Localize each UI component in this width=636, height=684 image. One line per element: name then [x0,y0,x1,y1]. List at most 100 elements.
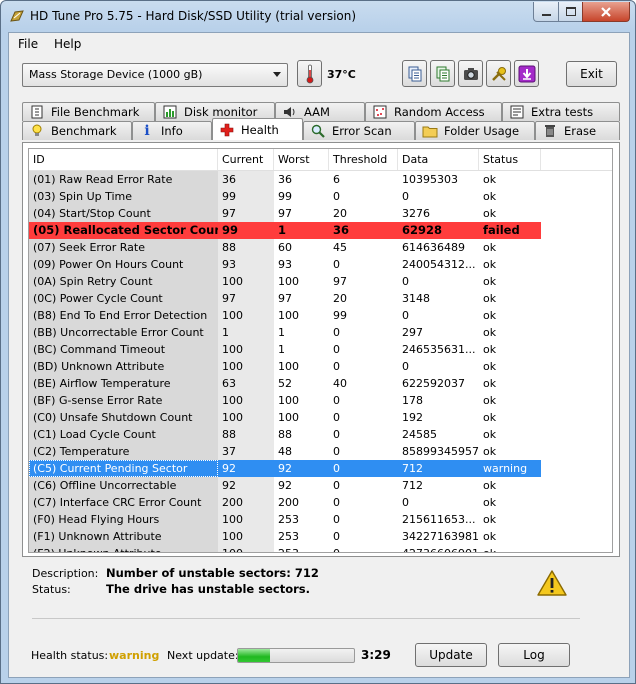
tab-label: Disk monitor [184,105,258,119]
cell-worst: 92 [278,479,292,492]
update-button[interactable]: Update [415,643,487,667]
column-header-threshold[interactable]: Threshold [329,149,398,170]
table-row[interactable]: (C0) Unsafe Shutdown Count 100 100 0 192 ok [29,409,612,426]
cell-data: 62928 [398,222,479,239]
cell-data: 3148 [402,292,430,305]
close-button[interactable] [582,2,630,22]
title-bar[interactable]: HD Tune Pro 5.75 - Hard Disk/SSD Utility… [1,1,635,32]
column-header-id[interactable]: ID [29,149,218,170]
menu-file[interactable]: File [18,37,38,51]
table-row[interactable]: (F1) Unknown Attribute 100 253 0 34227163981… [29,528,612,545]
cell-id: (F2) Unknown Attribute [29,545,218,552]
tab-health[interactable]: Health [212,118,303,140]
health-panel: ID Current Worst Threshold Data Status (… [22,142,620,557]
table-row[interactable]: (BC) Command Timeout 100 1 0 246535631... ok [29,341,612,358]
tab-benchmark[interactable]: Benchmark [22,121,132,140]
column-header-current[interactable]: Current [218,149,274,170]
tab-folder-usage[interactable]: Folder Usage [415,121,535,140]
tab-erase[interactable]: Erase [535,121,620,140]
tab-label: Error Scan [332,124,392,138]
cell-worst: 97 [278,292,292,305]
cell-id: (B8) End To End Error Detection [29,307,218,324]
temperature-button[interactable] [297,60,322,87]
device-select[interactable]: Mass Storage Device (1000 gB) [22,63,288,87]
column-header-status[interactable]: Status [479,149,541,170]
cell-id: (C6) Offline Uncorrectable [29,477,218,494]
table-row[interactable]: (09) Power On Hours Count 93 93 0 240054312.… [29,256,612,273]
cell-status: ok [483,343,497,356]
copy-all-icon [436,66,449,81]
table-row[interactable]: (07) Seek Error Rate 88 60 45 614636489 ok [29,239,612,256]
copy-all-button[interactable] [430,60,455,87]
table-row[interactable]: (BB) Uncorrectable Error Count 1 1 0 297 ok [29,324,612,341]
minimize-button[interactable] [533,2,560,22]
tab-info[interactable]: i Info [132,121,212,140]
separator-line [32,618,580,619]
tab-random-access[interactable]: Random Access [365,102,502,121]
cell-current: 88 [218,239,274,256]
exit-button[interactable]: Exit [566,61,617,87]
smart-attribute-table[interactable]: ID Current Worst Threshold Data Status (… [28,148,613,553]
cell-current: 99 [218,222,274,239]
table-row[interactable]: (04) Start/Stop Count 97 97 20 3276 ok [29,205,612,222]
table-row[interactable]: (C6) Offline Uncorrectable 92 92 0 712 ok [29,477,612,494]
cell-status: ok [483,479,497,492]
table-row[interactable]: (BD) Unknown Attribute 100 100 0 0 ok [29,358,612,375]
log-button[interactable]: Log [498,643,570,667]
cell-threshold: 20 [333,207,347,220]
table-row[interactable]: (0A) Spin Retry Count 100 100 97 0 ok [29,273,612,290]
table-row[interactable]: (C7) Interface CRC Error Count 200 200 0 0 ok [29,494,612,511]
table-row[interactable]: (BE) Airflow Temperature 63 52 40 622592037 o… [29,375,612,392]
cell-id: (BC) Command Timeout [29,341,218,358]
options-button[interactable] [486,60,511,87]
download-button[interactable] [514,60,539,87]
status-value: The drive has unstable sectors. [106,582,310,596]
table-row[interactable]: (C5) Current Pending Sector 92 92 0 712 warni… [29,460,612,477]
tab-label: Info [161,124,183,138]
close-icon [601,6,611,17]
tab-error-scan[interactable]: Error Scan [303,121,415,140]
column-header-data[interactable]: Data [398,149,479,170]
cell-data: 0 [402,190,409,203]
cell-threshold: 0 [329,545,398,552]
cell-worst: 88 [278,428,292,441]
cell-status: ok [483,309,497,322]
cell-worst: 100 [278,275,299,288]
maximize-button[interactable] [558,2,584,22]
folder-icon [422,124,438,138]
table-row[interactable]: (01) Raw Read Error Rate 36 36 6 10395303 ok [29,171,612,188]
cell-worst: 1 [274,222,329,239]
cell-worst: 97 [278,207,292,220]
table-row[interactable]: (F0) Head Flying Hours 100 253 0 215611653..… [29,511,612,528]
table-row[interactable]: (B8) End To End Error Detection 100 100 99 0… [29,307,612,324]
tab-extra-tests[interactable]: Extra tests [502,102,620,121]
disk-monitor-icon [162,105,178,119]
cell-threshold: 0 [333,343,340,356]
screenshot-button[interactable] [458,60,483,87]
cell-current: 93 [218,256,274,273]
speaker-icon [282,105,298,119]
cell-current: 88 [218,426,274,443]
table-row[interactable]: (C1) Load Cycle Count 88 88 0 24585 ok [29,426,612,443]
cell-data: 10395303 [402,173,458,186]
table-row[interactable]: (0C) Power Cycle Count 97 97 20 3148 ok [29,290,612,307]
table-row[interactable]: (BF) G-sense Error Rate 100 100 0 178 ok [29,392,612,409]
cell-threshold: 0 [333,258,340,271]
column-header-worst[interactable]: Worst [274,149,329,170]
menu-help[interactable]: Help [54,37,81,51]
table-row[interactable]: (03) Spin Up Time 99 99 0 0 ok [29,188,612,205]
cell-status: ok [483,411,497,424]
table-row[interactable]: (C2) Temperature 37 48 0 85899345957 ok [29,443,612,460]
tab-label: Erase [564,124,597,138]
cell-data: 85899345957 [402,445,479,458]
table-row[interactable]: (05) Reallocated Sector Count 99 1 36 62928 f… [29,222,612,239]
cell-id: (0C) Power Cycle Count [29,290,218,307]
cell-data: 0 [402,496,409,509]
tab-label: Health [241,122,279,137]
copy-button[interactable] [402,60,427,87]
table-row[interactable]: (F2) Unknown Attribute100253042736606901… [29,545,612,552]
cell-current: 97 [218,290,274,307]
tab-file-benchmark[interactable]: File Benchmark [22,102,155,121]
tab-label: File Benchmark [51,105,140,119]
cell-id: (C5) Current Pending Sector [29,460,218,477]
